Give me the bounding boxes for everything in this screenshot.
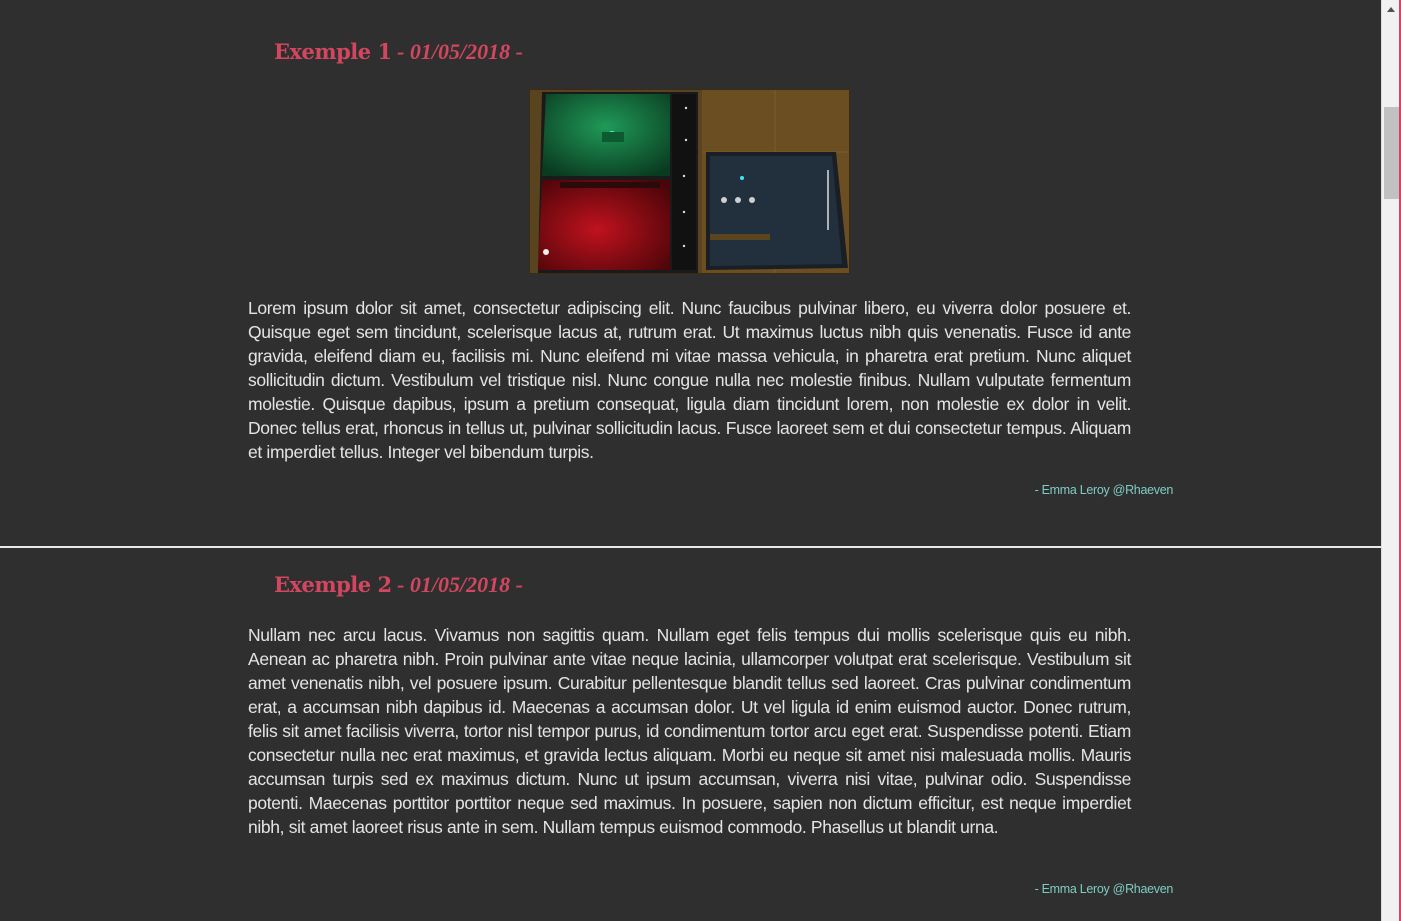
post-title-name: Exemple 2 <box>274 572 392 597</box>
post-author[interactable]: - Emma Leroy @Rhaeven <box>1035 483 1174 497</box>
post-body: Lorem ipsum dolor sit amet, consectetur … <box>248 298 1131 462</box>
post-image-floorplan <box>529 89 850 274</box>
post-divider <box>0 546 1381 548</box>
page-content: Exemple 1 - 01/05/2018 - Lorem ipsum dol… <box>0 0 1381 921</box>
post-author[interactable]: - Emma Leroy @Rhaeven <box>1035 882 1174 896</box>
post-title-separator: - <box>391 39 410 64</box>
post-title: Exemple 1 - 01/05/2018 - <box>274 39 523 66</box>
vertical-scrollbar[interactable] <box>1381 0 1401 921</box>
post-date: 01/05/2018 - <box>409 39 523 64</box>
post-body: Nullam nec arcu lacus. Vivamus non sagit… <box>248 625 1131 837</box>
post-title-separator: - <box>391 572 410 597</box>
floorplan-render <box>530 90 849 273</box>
post-title: Exemple 2 - 01/05/2018 - <box>274 572 523 599</box>
post-date: 01/05/2018 - <box>409 572 523 597</box>
post-title-name: Exemple 1 <box>274 39 392 64</box>
scrollbar-thumb[interactable] <box>1384 107 1399 199</box>
